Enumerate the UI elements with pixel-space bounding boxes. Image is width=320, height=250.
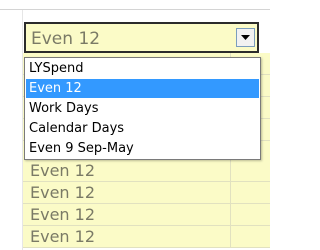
row-gutter [0,10,23,250]
grid-cell[interactable] [231,226,270,248]
grid-top-border [0,9,270,10]
dropdown-list[interactable]: LYSpend Even 12 Work Days Calendar Days … [24,57,261,160]
grid-cell[interactable] [231,182,270,204]
chevron-down-icon [241,35,250,40]
dropdown-option[interactable]: LYSpend [26,59,259,78]
dropdown-option[interactable]: Calendar Days [26,119,259,138]
dropdown-option[interactable]: Work Days [26,99,259,118]
grid-cell-row[interactable]: Even 12 [23,160,231,182]
grid-cell[interactable] [231,204,270,226]
dropdown-option[interactable]: Even 9 Sep-May [26,139,259,158]
grid-cell-row[interactable]: Even 12 [23,204,231,226]
dropdown-button[interactable] [236,28,255,47]
grid-cell-row[interactable]: Even 12 [23,182,231,204]
combo-value: Even 12 [31,29,101,49]
combo-box[interactable]: Even 12 [24,22,259,53]
grid-cell-row[interactable]: Even 12 [23,226,231,248]
dropdown-option-selected[interactable]: Even 12 [26,79,259,98]
grid-cell[interactable] [231,160,270,182]
